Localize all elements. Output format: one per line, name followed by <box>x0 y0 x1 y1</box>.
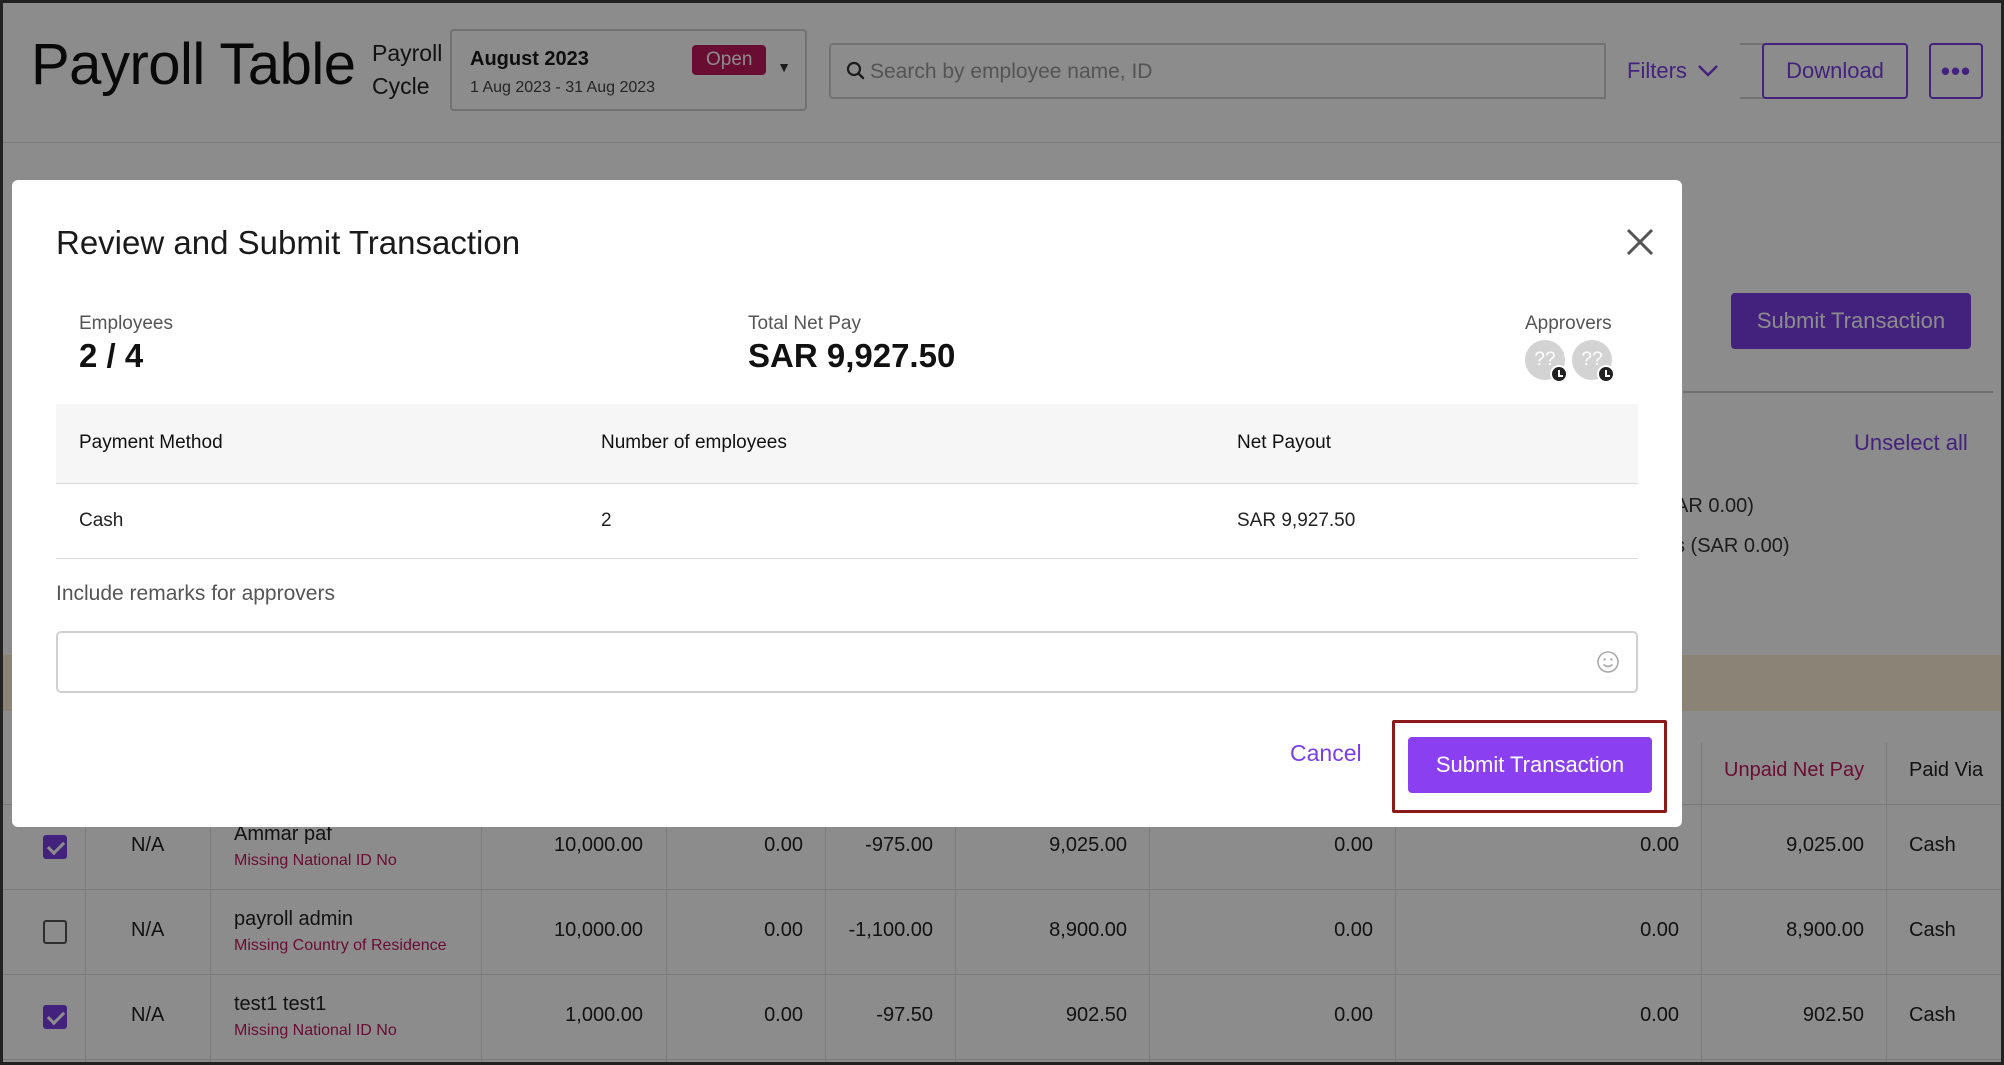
cancel-button[interactable]: Cancel <box>1290 740 1362 767</box>
employees-label: Employees <box>79 313 173 334</box>
table-header-row: Payment Method Number of employees Net P… <box>56 404 1638 484</box>
remarks-input[interactable] <box>56 631 1638 693</box>
payment-method-cell: Cash <box>79 510 124 531</box>
avatar[interactable]: ?? <box>1525 340 1568 383</box>
clock-icon <box>1597 365 1615 383</box>
employees-value: 2 / 4 <box>79 337 144 374</box>
approvers-label: Approvers <box>1525 313 1612 334</box>
close-icon[interactable] <box>1618 220 1662 264</box>
modal-title: Review and Submit Transaction <box>56 224 521 261</box>
app-frame: Payroll Table Payroll Cycle August 2023 … <box>0 0 2004 1065</box>
net-payout-cell: SAR 9,927.50 <box>1237 510 1356 531</box>
emoji-icon[interactable] <box>1594 648 1622 676</box>
total-net-pay-label: Total Net Pay <box>748 313 861 334</box>
column-header: Net Payout <box>1237 432 1331 453</box>
review-submit-modal: Review and Submit Transaction Employees … <box>12 180 1682 827</box>
table-row: Cash 2 SAR 9,927.50 <box>56 484 1638 559</box>
submit-transaction-button[interactable]: Submit Transaction <box>1408 737 1652 793</box>
column-header: Number of employees <box>601 432 787 453</box>
column-header: Payment Method <box>79 432 223 453</box>
remarks-label: Include remarks for approvers <box>56 582 335 605</box>
avatar[interactable]: ?? <box>1572 340 1615 383</box>
clock-icon <box>1550 365 1568 383</box>
total-net-pay-value: SAR 9,927.50 <box>748 337 956 374</box>
employee-count-cell: 2 <box>601 510 612 531</box>
